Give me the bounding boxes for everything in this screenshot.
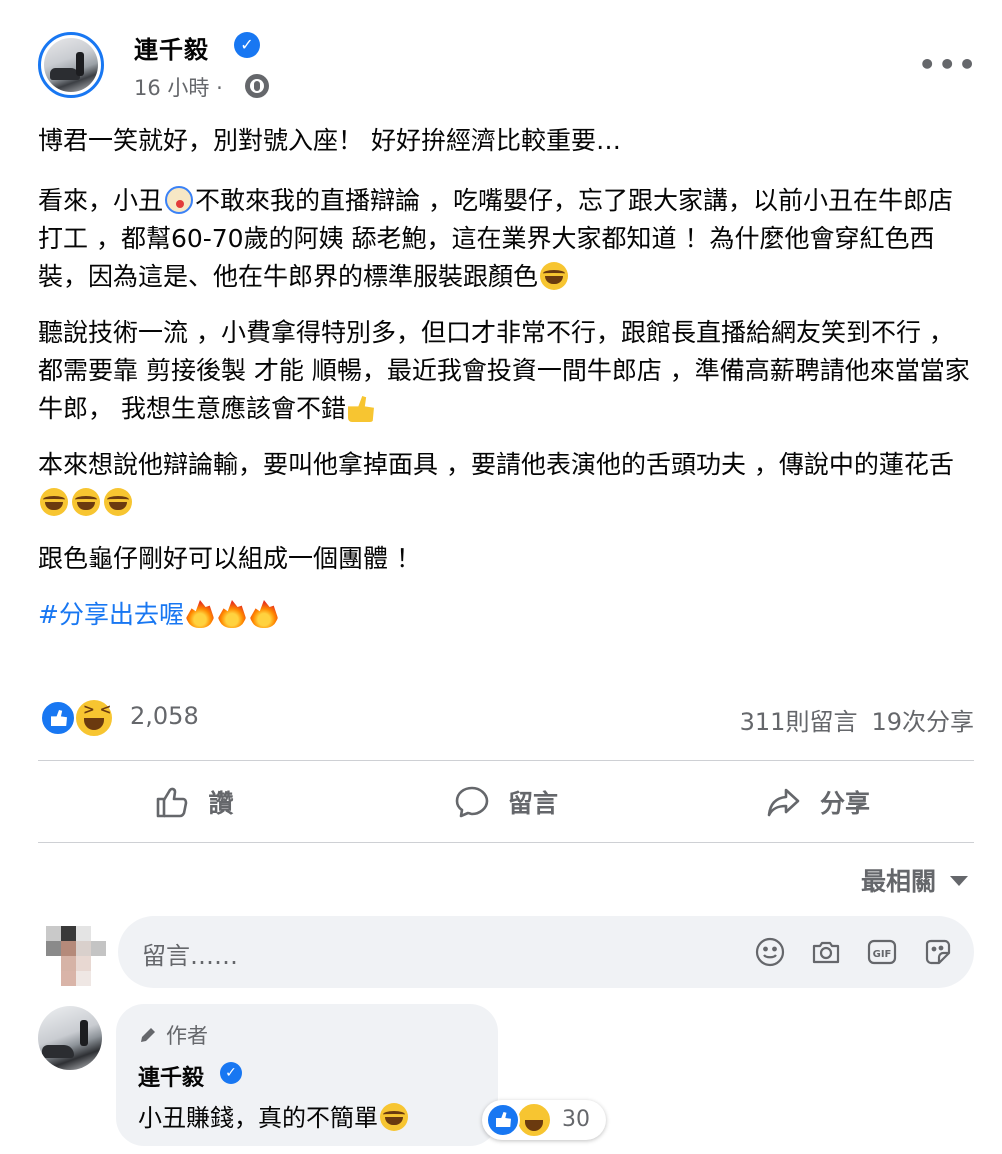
laughing-emoji-icon (540, 262, 569, 290)
svg-text:GIF: GIF (873, 949, 892, 960)
reaction-count[interactable]: 2,058 (130, 702, 199, 730)
commenter-avatar[interactable] (38, 1006, 102, 1070)
like-label: 讚 (208, 789, 234, 818)
laughing-emoji-icon (72, 488, 100, 516)
more-options-button[interactable]: ••• (918, 48, 978, 81)
camera-icon[interactable] (810, 936, 842, 968)
author-avatar[interactable] (38, 32, 104, 98)
thumbs-up-icon (157, 787, 188, 818)
post-paragraph: 看來，小丑 不敢來我的直播辯論 ，吃嘴嬰仔，忘了跟大家講，以前小丑在牛郎店打工 ，… (38, 182, 976, 296)
laughing-emoji-icon (104, 488, 132, 516)
post-paragraph: 跟色龜仔剛好可以組成一個團體 ！ (38, 544, 421, 573)
comment-count-link[interactable]: 311則留言 (740, 708, 858, 736)
post-paragraph: #分享出去喔 (38, 596, 976, 634)
clown-emoji-icon (165, 186, 194, 214)
share-label: 分享 (819, 789, 870, 818)
fire-emoji-icon (217, 600, 246, 628)
comment-reaction-count: 30 (562, 1107, 590, 1132)
sticker-icon[interactable] (922, 936, 954, 968)
comment-bubble: 作者 連千毅 ✓ 小丑賺錢，真的不簡單 (116, 1004, 498, 1146)
comment-sort-dropdown[interactable]: 最相關 (861, 862, 968, 898)
post-text: 聽說技術一流 ，小費拿得特別多，但口才非常不行，跟館長直播給網友笑到不行 ，都需… (38, 318, 970, 423)
comment-button[interactable]: 留言 (350, 770, 662, 834)
fire-emoji-icon (185, 600, 214, 628)
reactions-summary: 2,058 311則留言 19次分享 (38, 696, 974, 740)
haha-reaction-icon (516, 1102, 552, 1138)
commenter-name[interactable]: 連千毅 (138, 1060, 204, 1092)
laughing-emoji-icon (380, 1103, 408, 1131)
share-count-link[interactable]: 19次分享 (871, 708, 974, 736)
laughing-emoji-icon (40, 488, 68, 516)
comment-text: 小丑賺錢，真的不簡單 (138, 1098, 410, 1133)
comment-icon (455, 786, 489, 818)
share-arrow-icon (767, 788, 800, 817)
post-paragraph: 本來想說他辯論輸，要叫他拿掉面具 ，要請他表演他的舌頭功夫 ，傳說中的蓮花舌 (38, 446, 976, 522)
author-badge-label: 作者 (166, 1024, 208, 1048)
verified-badge-icon: ✓ (234, 32, 260, 58)
comment-label: 留言 (507, 789, 558, 818)
comment-text-content: 小丑賺錢，真的不簡單 (138, 1104, 378, 1132)
post-body: 博君一笑就好，別對號入座！ 好好拚經濟比較重要… 看來，小丑 不敢來我的直播辯論 … (38, 122, 976, 652)
post-paragraph: 博君一笑就好，別對號入座！ 好好拚經濟比較重要… (38, 126, 621, 155)
like-reaction-icon (486, 1103, 520, 1137)
post-header: 連千毅 ✓ 16 小時 · ••• (38, 28, 978, 108)
fire-emoji-icon (249, 600, 278, 628)
current-user-avatar[interactable] (46, 926, 106, 986)
comment-input[interactable]: 留言…… GIF (118, 916, 974, 988)
post-paragraph: 聽說技術一流 ，小費拿得特別多，但口才非常不行，跟館長直播給網友笑到不行 ，都需… (38, 314, 976, 428)
author-name[interactable]: 連千毅 (134, 30, 209, 65)
divider (38, 842, 974, 843)
sort-label: 最相關 (860, 867, 936, 896)
post-actions: 讚 留言 分享 (38, 770, 974, 834)
like-button[interactable]: 讚 (38, 770, 350, 834)
globe-icon (245, 74, 269, 98)
haha-reaction-icon[interactable] (74, 698, 114, 738)
post-timestamp[interactable]: 16 小時 · (134, 72, 223, 102)
post-text: 看來，小丑 (38, 186, 164, 215)
divider (38, 760, 974, 761)
pencil-icon (141, 1028, 155, 1042)
hashtag-link[interactable]: #分享出去喔 (38, 600, 184, 629)
gif-icon[interactable]: GIF (866, 936, 898, 968)
engagement-stats: 311則留言 19次分享 (726, 702, 974, 737)
caret-down-icon (950, 876, 968, 886)
comment-input-placeholder: 留言…… (142, 942, 238, 970)
comment-reactions[interactable]: 30 (482, 1100, 606, 1140)
emoji-smiley-icon[interactable] (754, 936, 786, 968)
like-reaction-icon[interactable] (40, 700, 76, 736)
share-button[interactable]: 分享 (662, 770, 974, 834)
post-text: 本來想說他辯論輸，要叫他拿掉面具 ，要請他表演他的舌頭功夫 ，傳說中的蓮花舌 (38, 450, 954, 479)
verified-badge-icon: ✓ (220, 1062, 242, 1084)
thumbs-up-emoji-icon (347, 396, 374, 422)
author-badge: 作者 (138, 1020, 208, 1050)
